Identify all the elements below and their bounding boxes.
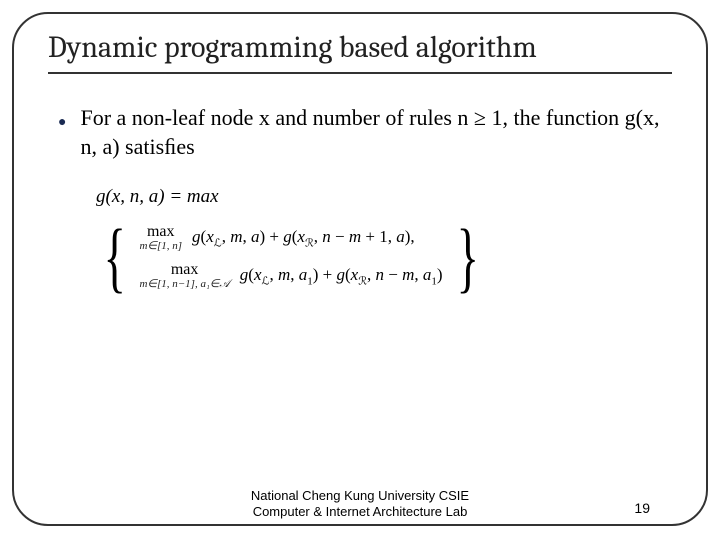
bullet-item: ● For a non-leaf node x and number of ru… (58, 104, 672, 161)
max-operator-2: max m∈[1, n−1], a₁∈𝒜 (139, 262, 229, 290)
max-domain-1: m∈[1, n] (139, 241, 182, 253)
title-wrap: Dynamic programming based algorithm (48, 30, 672, 74)
equation-head: g(x, n, a) = max (96, 186, 660, 208)
cases: max m∈[1, n] g(xℒ, m, a) + g(xℛ, n − m +… (135, 222, 446, 293)
footer-line-1: National Cheng Kung University CSIE (0, 488, 720, 504)
eq-head-text: g(x, n, a) = max (96, 186, 219, 207)
right-brace-icon: } (456, 222, 478, 292)
left-brace-icon: { (103, 222, 125, 292)
case-1: max m∈[1, n] g(xℒ, m, a) + g(xℛ, n − m +… (139, 224, 442, 252)
footer-line-2: Computer & Internet Architecture Lab (0, 504, 720, 520)
bullet-text: For a non-leaf node x and number of rule… (80, 104, 672, 161)
brace-row: { max m∈[1, n] g(xℒ, m, a) + g(xℛ, n − m… (96, 222, 660, 293)
footer: National Cheng Kung University CSIE Comp… (0, 488, 720, 521)
slide: Dynamic programming based algorithm ● Fo… (0, 0, 720, 540)
page-number: 19 (634, 500, 650, 516)
max-operator-1: max m∈[1, n] (139, 224, 182, 252)
max-label-1: max (147, 224, 175, 241)
body: ● For a non-leaf node x and number of ru… (58, 104, 672, 161)
case-1-expr: g(xℒ, m, a) + g(xℛ, n − m + 1, a), (192, 227, 415, 249)
case-2: max m∈[1, n−1], a₁∈𝒜 g(xℒ, m, a1) + g(xℛ… (139, 262, 442, 290)
max-label-2: max (171, 262, 199, 279)
max-domain-2: m∈[1, n−1], a₁∈𝒜 (139, 279, 229, 291)
case-2-expr: g(xℒ, m, a1) + g(xℛ, n − m, a1) (240, 265, 443, 287)
slide-title: Dynamic programming based algorithm (48, 30, 672, 74)
math-block: g(x, n, a) = max { max m∈[1, n] g(xℒ, m,… (96, 186, 660, 293)
bullet-dot-icon: ● (58, 112, 66, 130)
